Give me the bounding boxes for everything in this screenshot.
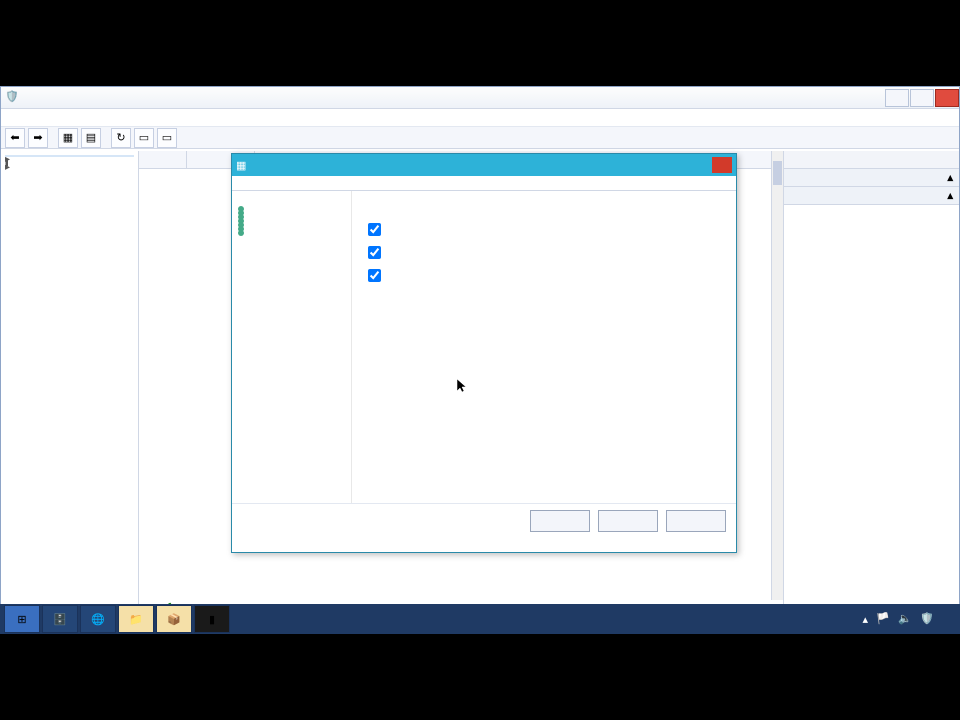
rules-list-panel: ✔ ▦: [139, 151, 783, 633]
checkbox-domain[interactable]: [368, 223, 381, 236]
back-button[interactable]: [530, 510, 590, 532]
next-button[interactable]: [598, 510, 658, 532]
cancel-button[interactable]: [666, 510, 726, 532]
menubar: [1, 109, 959, 127]
start-button[interactable]: ⊞: [4, 605, 40, 633]
nav-forward-button[interactable]: ➡: [28, 128, 48, 148]
minimize-button[interactable]: [885, 89, 909, 107]
toolbar-btn-4[interactable]: ▭: [134, 128, 154, 148]
nav-back-button[interactable]: ⬅: [5, 128, 25, 148]
wizard-steps-list: [232, 191, 352, 503]
taskbar: ⊞ 🗄️ 🌐 📁 📦 ▮ ▴ 🏳️ 🔈 🛡️: [0, 604, 960, 634]
taskbar-ie[interactable]: 🌐: [80, 605, 116, 633]
tray-network-icon[interactable]: 🔈: [898, 612, 912, 626]
option-domain: [368, 223, 720, 236]
firewall-icon: 🛡️: [5, 90, 21, 106]
nav-tree: ▸ ▪ ▪ ▪ ▸: [1, 151, 139, 633]
checkbox-private[interactable]: [368, 246, 381, 259]
option-private: [368, 246, 720, 259]
actions-title: [784, 151, 959, 169]
tray-flag-icon[interactable]: 🏳️: [876, 612, 890, 626]
actions-section-inbound: ▴: [784, 169, 959, 187]
tree-monitoring[interactable]: ▸: [5, 161, 134, 163]
collapse-icon[interactable]: ▴: [947, 189, 953, 202]
step-name[interactable]: [238, 225, 345, 229]
main-window: 🛡️ ⬅ ➡ ▦ ▤ ↻ ▭ ▭: [0, 86, 960, 634]
wizard-titlebar[interactable]: ▦: [232, 154, 736, 176]
wizard-buttons: [232, 503, 736, 537]
toolbar-refresh-button[interactable]: ↻: [111, 128, 131, 148]
toolbar: ⬅ ➡ ▦ ▤ ↻ ▭ ▭: [1, 127, 959, 149]
close-button[interactable]: [935, 89, 959, 107]
checkbox-public[interactable]: [368, 269, 381, 282]
wizard-dialog: ▦: [231, 153, 737, 553]
wizard-header: [232, 176, 736, 191]
wizard-main: [352, 191, 736, 503]
taskbar-cmd[interactable]: ▮: [194, 605, 230, 633]
taskbar-explorer[interactable]: 📁: [118, 605, 154, 633]
toolbar-btn-2[interactable]: ▤: [81, 128, 101, 148]
actions-section-rule: ▴: [784, 187, 959, 205]
option-public: [368, 269, 720, 282]
col-program[interactable]: [139, 151, 187, 168]
collapse-icon[interactable]: ▴: [947, 171, 953, 184]
wizard-close-button[interactable]: [712, 157, 732, 173]
wizard-icon: ▦: [236, 159, 246, 172]
toolbar-btn-1[interactable]: ▦: [58, 128, 78, 148]
taskbar-app[interactable]: 📦: [156, 605, 192, 633]
vertical-scrollbar[interactable]: [771, 151, 783, 617]
toolbar-btn-5[interactable]: ▭: [157, 128, 177, 148]
taskbar-server-manager[interactable]: 🗄️: [42, 605, 78, 633]
titlebar: 🛡️: [1, 87, 959, 109]
tray-up-icon[interactable]: ▴: [862, 613, 868, 626]
tray-shield-icon[interactable]: 🛡️: [920, 612, 934, 626]
system-tray: ▴ 🏳️ 🔈 🛡️: [862, 612, 956, 626]
maximize-button[interactable]: [910, 89, 934, 107]
actions-pane: ▴ ▴: [783, 151, 959, 633]
